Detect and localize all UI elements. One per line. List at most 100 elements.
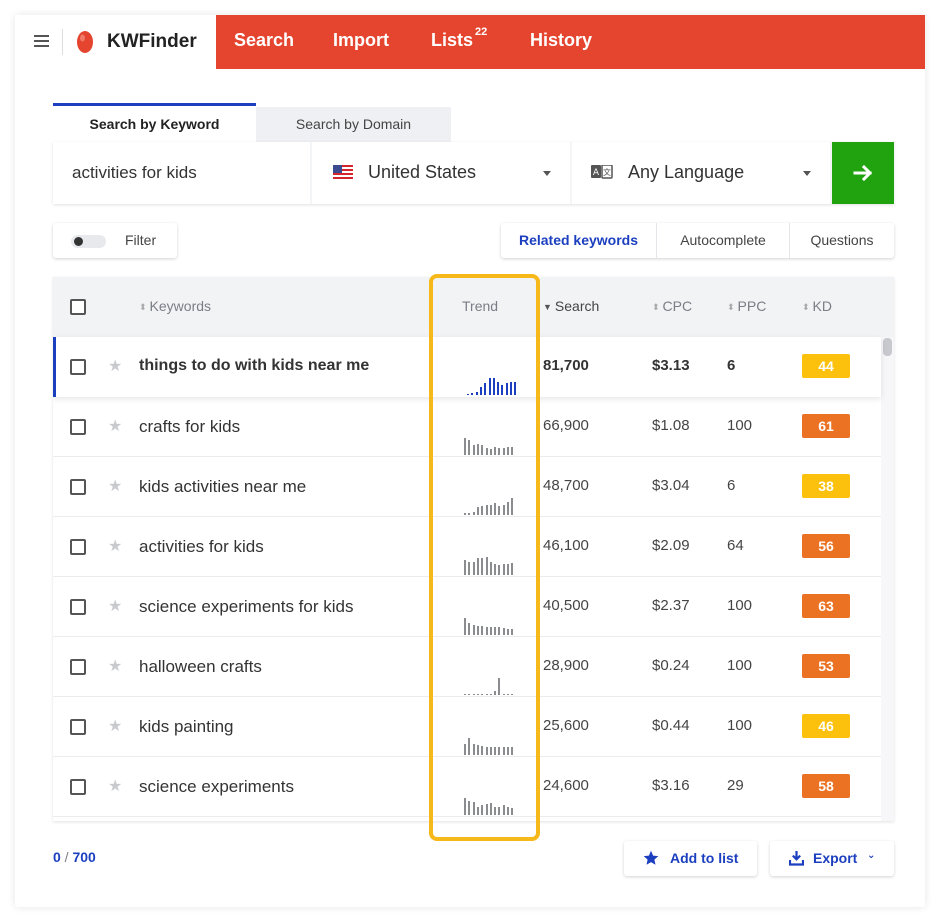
trend-bar <box>510 382 512 395</box>
hamburger-menu-icon[interactable] <box>34 35 49 47</box>
keyword-text[interactable]: science experiments for kids <box>139 597 353 617</box>
nav-lists[interactable]: Lists 22 <box>431 26 487 51</box>
column-header-keywords[interactable]: ⬍ Keywords <box>139 298 211 314</box>
select-all-checkbox[interactable] <box>70 299 86 315</box>
table-row[interactable]: ★ kids activities near me 48,700 $3.04 6… <box>53 457 881 517</box>
cpc-value: $3.16 <box>652 777 690 794</box>
column-header-cpc[interactable]: ⬍ CPC <box>652 298 692 314</box>
table-row[interactable]: ★ things to do with kids near me 81,700 … <box>53 337 881 397</box>
trend-bar <box>511 447 514 455</box>
export-button[interactable]: Export ⌄ <box>770 841 894 876</box>
trend-bar <box>489 803 492 815</box>
row-checkbox[interactable] <box>70 479 86 495</box>
table-row[interactable]: ★ halloween crafts 28,900 $0.24 100 53 <box>53 637 881 697</box>
column-header-trend: Trend <box>462 298 499 314</box>
download-icon <box>789 851 804 866</box>
ppc-value: 29 <box>727 777 744 794</box>
row-checkbox[interactable] <box>70 539 86 555</box>
row-checkbox[interactable] <box>70 719 86 735</box>
cpc-value: $0.24 <box>652 657 690 674</box>
keyword-input[interactable] <box>53 142 310 204</box>
trend-bar <box>502 505 505 515</box>
star-icon[interactable]: ★ <box>108 596 122 616</box>
tab-related-keywords[interactable]: Related keywords <box>501 223 656 258</box>
star-icon[interactable]: ★ <box>108 656 122 676</box>
keyword-text[interactable]: activities for kids <box>139 537 264 557</box>
keyword-text[interactable]: things to do with kids near me <box>139 357 369 375</box>
toggle-switch[interactable] <box>71 235 106 248</box>
star-icon[interactable]: ★ <box>108 356 122 376</box>
keyword-text[interactable]: science experiments <box>139 777 294 797</box>
trend-bar <box>472 802 475 815</box>
scrollbar-thumb[interactable] <box>883 338 892 356</box>
row-checkbox[interactable] <box>70 779 86 795</box>
keyword-text[interactable]: crafts for kids <box>139 417 240 437</box>
cpc-value: $3.04 <box>652 477 690 494</box>
divider <box>62 29 63 55</box>
trend-bar <box>481 746 484 755</box>
filter-toggle[interactable]: Filter <box>53 223 177 258</box>
star-icon[interactable]: ★ <box>108 776 122 796</box>
trend-bar <box>494 564 497 575</box>
language-select[interactable]: A 文 Any Language <box>572 142 830 204</box>
tab-autocomplete[interactable]: Autocomplete <box>657 223 789 258</box>
total-count: 700 <box>72 849 96 865</box>
cpc-value: $0.44 <box>652 717 690 734</box>
column-header-ppc[interactable]: ⬍ PPC <box>727 298 766 314</box>
trend-bar <box>502 694 505 695</box>
row-checkbox[interactable] <box>70 359 86 375</box>
tab-search-by-keyword[interactable]: Search by Keyword <box>53 103 256 142</box>
brand-name: KWFinder <box>107 31 197 52</box>
trend-bar <box>507 747 509 755</box>
table-row[interactable]: ★ science experiments 24,600 $3.16 29 58 <box>53 757 881 817</box>
tab-search-by-domain[interactable]: Search by Domain <box>256 107 451 142</box>
search-volume: 24,600 <box>543 777 589 794</box>
table-row[interactable]: ★ crafts for kids 66,900 $1.08 100 61 <box>53 397 881 457</box>
trend-bar <box>507 694 509 695</box>
keyword-text[interactable]: kids painting <box>139 717 234 737</box>
table-row[interactable]: ★ activities for kids 46,100 $2.09 64 56 <box>53 517 881 577</box>
filter-label: Filter <box>125 232 157 248</box>
trend-bar <box>502 628 505 635</box>
search-volume: 40,500 <box>543 597 589 614</box>
export-label: Export <box>813 850 858 866</box>
kwfinder-logo-icon <box>77 31 93 53</box>
nav-history[interactable]: History <box>530 30 592 51</box>
scrollbar[interactable] <box>881 337 894 821</box>
keyword-text[interactable]: halloween crafts <box>139 657 262 677</box>
star-icon[interactable]: ★ <box>108 416 122 436</box>
column-header-search[interactable]: ▼ Search <box>543 298 599 314</box>
trend-bar <box>502 805 505 815</box>
keyword-text[interactable]: kids activities near me <box>139 477 306 497</box>
separator: / <box>60 849 73 865</box>
column-header-kd[interactable]: ⬍ KD <box>802 298 832 314</box>
trend-bar <box>489 449 492 455</box>
location-select[interactable]: United States <box>312 142 570 204</box>
trend-bar <box>507 807 509 815</box>
table-row[interactable]: ★ kids painting 25,600 $0.44 100 46 <box>53 697 881 757</box>
trend-bar <box>511 747 514 755</box>
trend-bar <box>489 562 492 575</box>
star-icon[interactable]: ★ <box>108 536 122 556</box>
star-icon[interactable]: ★ <box>108 716 122 736</box>
trend-bar <box>494 627 497 635</box>
arrow-right-icon <box>853 164 873 182</box>
star-icon[interactable]: ★ <box>108 476 122 496</box>
row-checkbox[interactable] <box>70 659 86 675</box>
row-checkbox[interactable] <box>70 599 86 615</box>
ppc-value: 6 <box>727 357 736 374</box>
search-submit-button[interactable] <box>832 142 894 204</box>
trend-bar <box>498 627 501 635</box>
column-header-label: Search <box>554 298 600 314</box>
table-row[interactable]: ★ science experiments for kids 40,500 $2… <box>53 577 881 637</box>
tab-questions[interactable]: Questions <box>790 223 894 258</box>
svg-text:A: A <box>593 168 600 178</box>
sort-icon: ⬍ <box>727 302 735 312</box>
nav-search[interactable]: Search <box>234 30 294 51</box>
row-checkbox[interactable] <box>70 419 86 435</box>
table-header: ⬍ Keywords Trend ▼ Search ⬍ CPC ⬍ PPC ⬍ KD <box>53 277 894 337</box>
trend-bar <box>468 694 471 695</box>
nav-import[interactable]: Import <box>333 30 389 51</box>
add-to-list-button[interactable]: Add to list <box>624 841 757 876</box>
search-volume: 48,700 <box>543 477 589 494</box>
